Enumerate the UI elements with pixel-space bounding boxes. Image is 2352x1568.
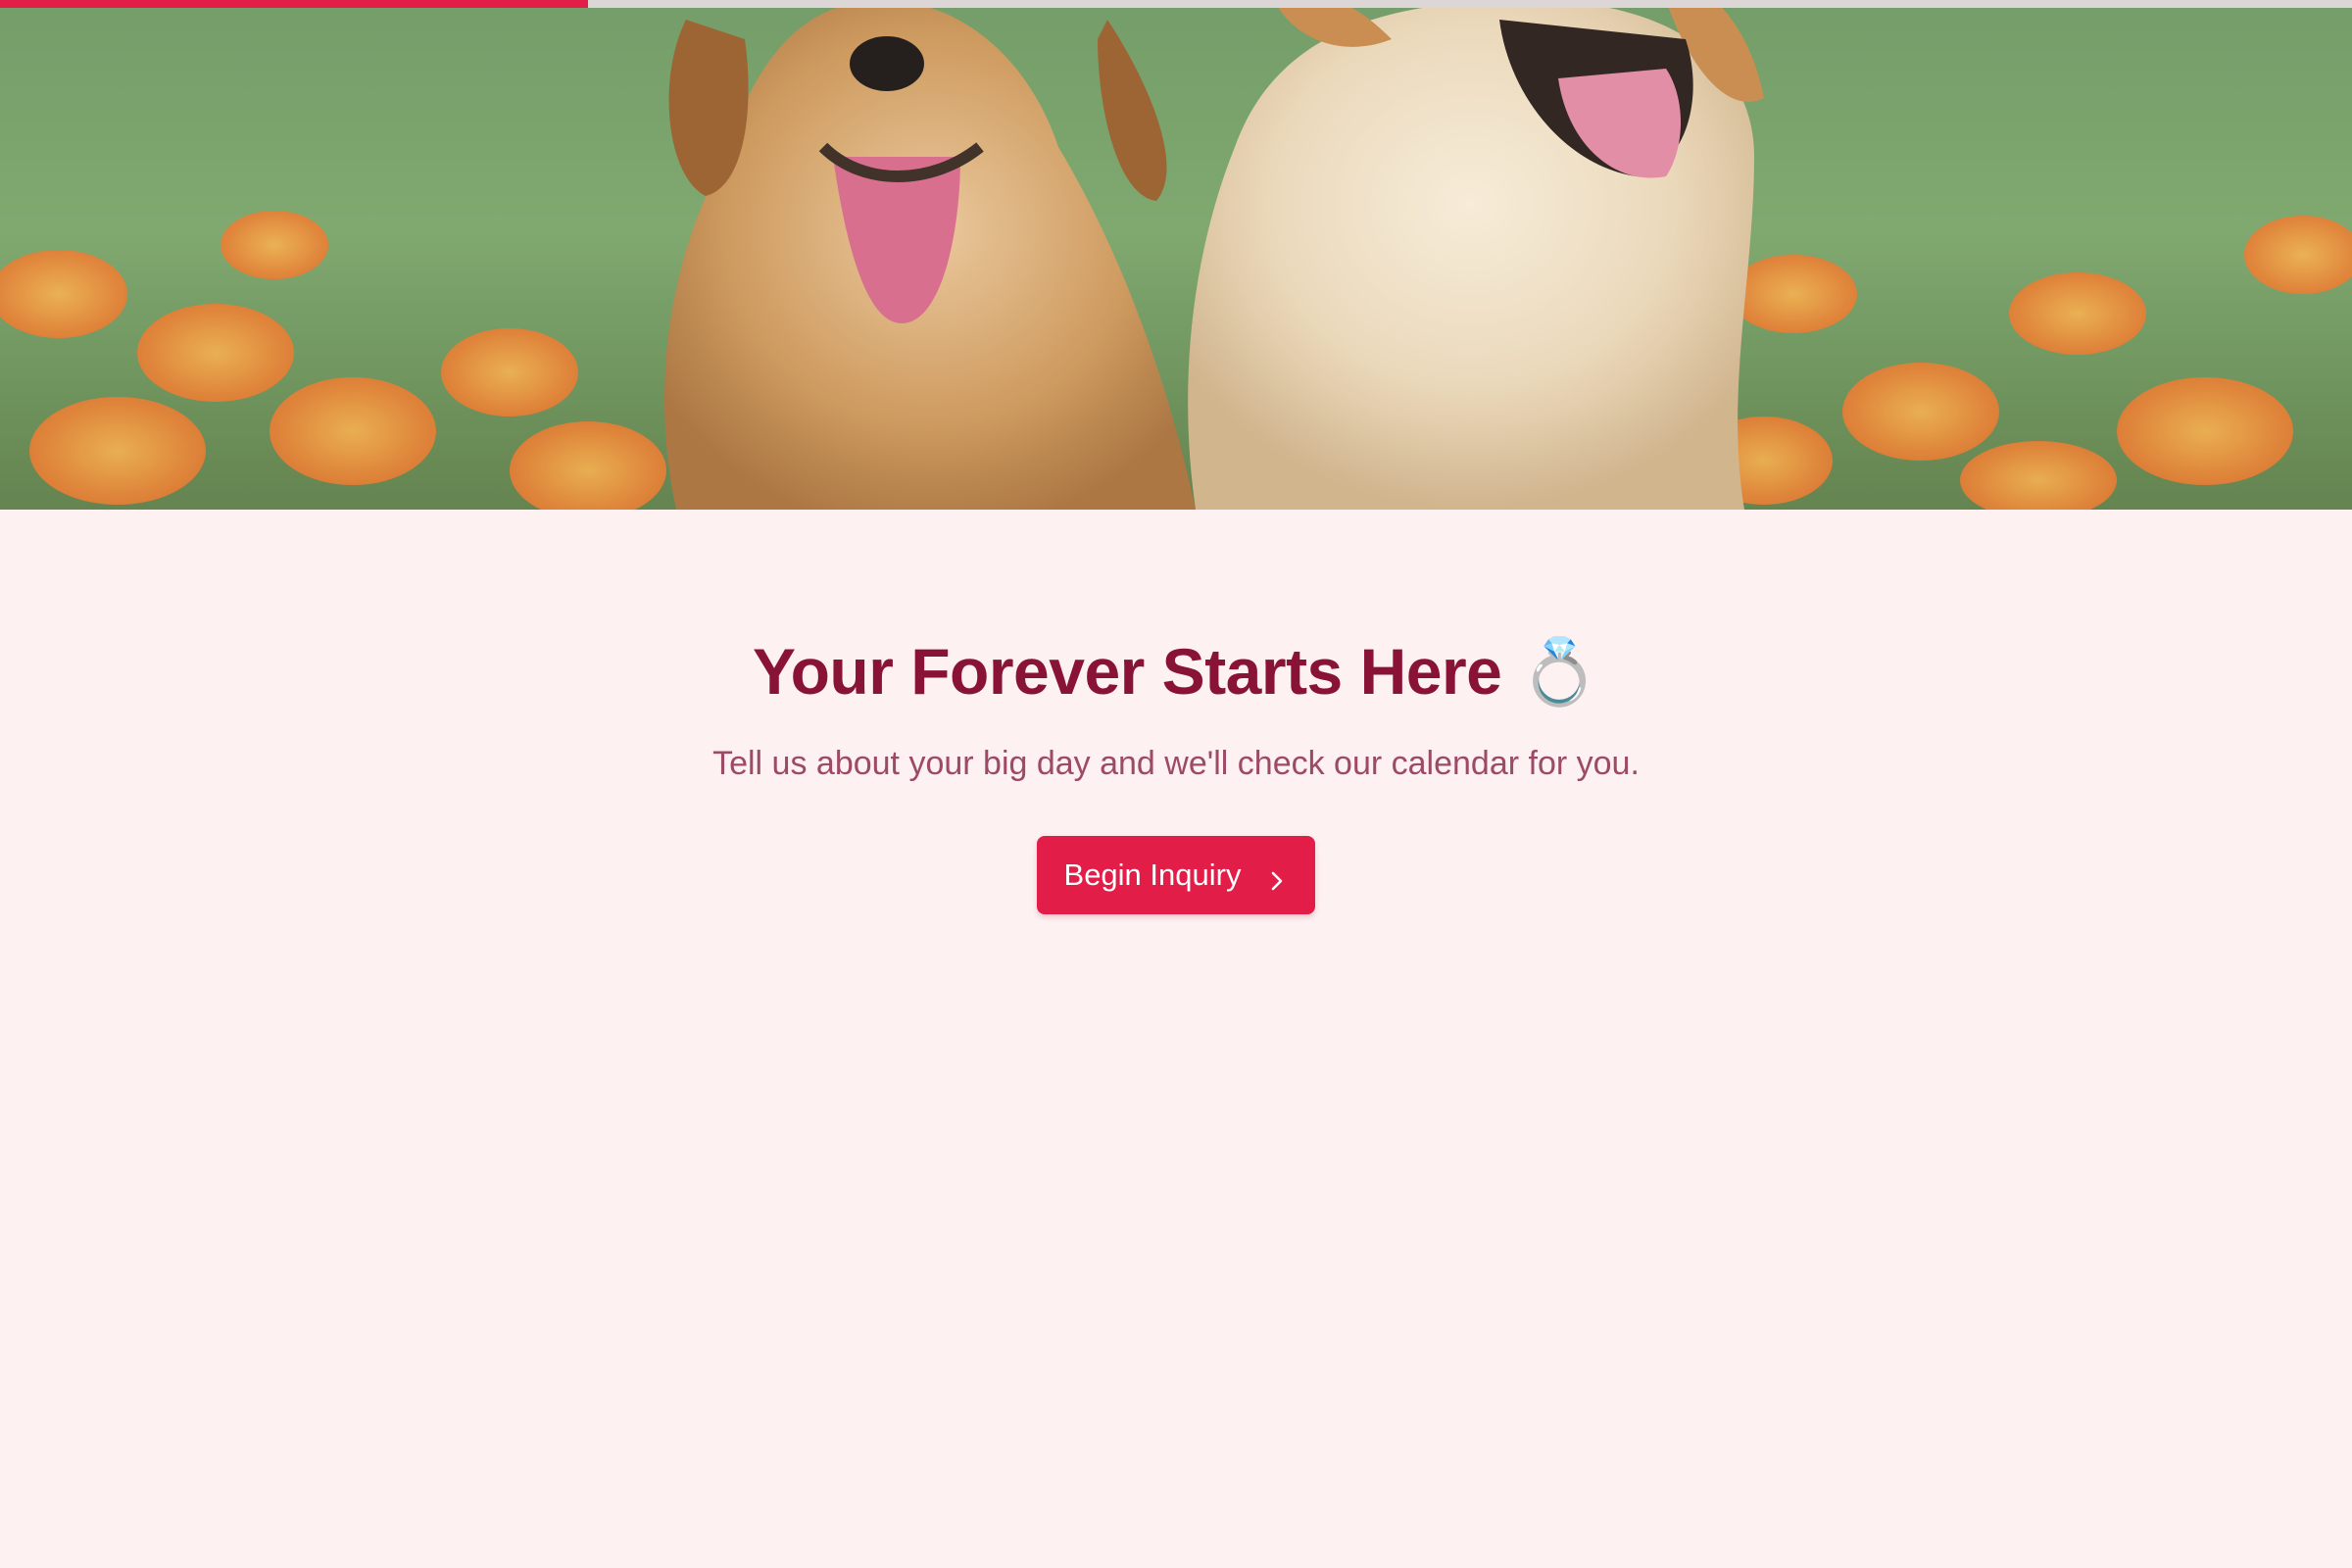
page: Your Forever Starts Here 💍 Tell us about … [0,0,2352,1568]
intro-section: Your Forever Starts Here 💍 Tell us about … [0,627,2352,914]
progress-bar-fill [0,0,588,8]
begin-inquiry-label: Begin Inquiry [1063,858,1242,892]
page-title: Your Forever Starts Here 💍 [0,627,2352,716]
ring-icon: 💍 [1519,634,1600,710]
progress-bar [0,0,2352,8]
chevron-right-icon [1266,864,1288,891]
page-title-text: Your Forever Starts Here [752,635,1502,708]
page-subtitle: Tell us about your big day and we'll che… [712,745,1640,782]
begin-inquiry-button[interactable]: Begin Inquiry [1037,836,1315,914]
hero-image [0,0,2352,510]
